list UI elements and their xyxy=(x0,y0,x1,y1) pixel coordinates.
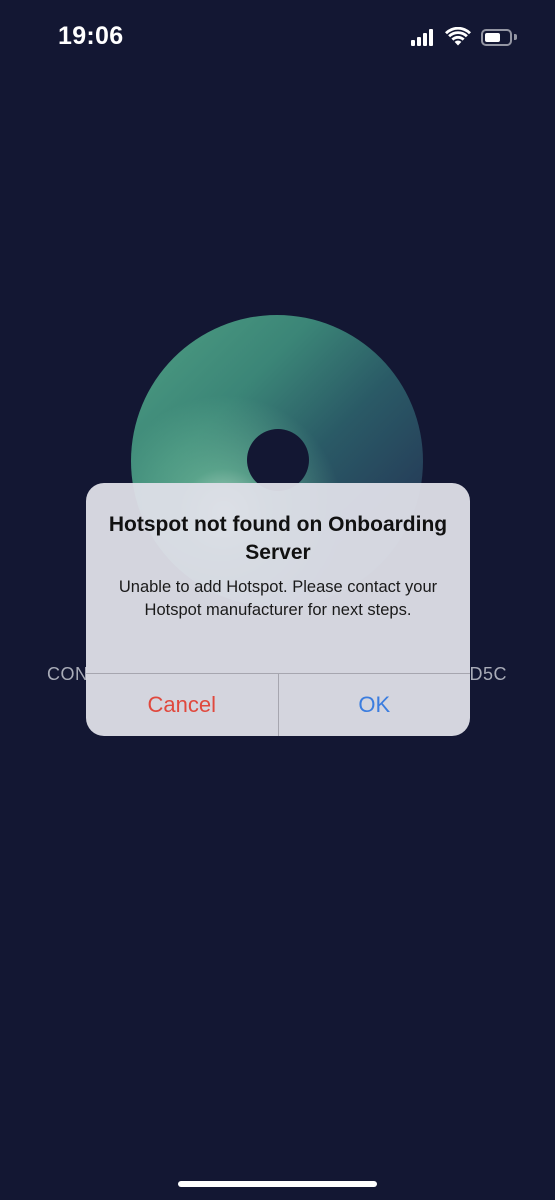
alert-dialog: Hotspot not found on Onboarding Server U… xyxy=(86,483,470,736)
home-indicator[interactable] xyxy=(178,1181,377,1187)
cancel-button[interactable]: Cancel xyxy=(86,674,279,736)
ok-button[interactable]: OK xyxy=(279,674,471,736)
screen: 19:06 CON D5C Hotspot not found on Onboa… xyxy=(0,0,555,1200)
alert-actions: Cancel OK xyxy=(86,673,470,736)
alert-message: Unable to add Hotspot. Please contact yo… xyxy=(118,578,438,619)
alert-content: Hotspot not found on Onboarding Server U… xyxy=(86,483,470,673)
alert-title: Hotspot not found on Onboarding Server xyxy=(108,513,448,564)
